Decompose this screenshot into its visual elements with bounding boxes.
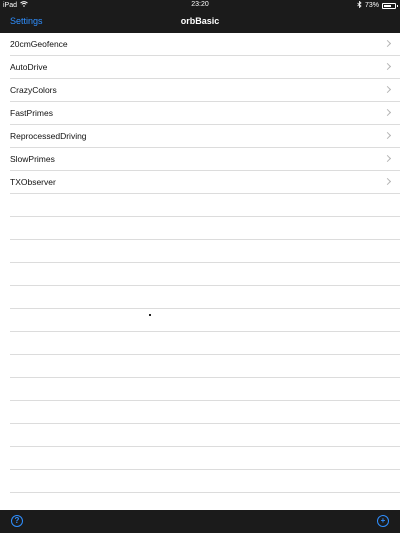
program-name: CrazyColors — [10, 85, 57, 95]
empty-row — [10, 401, 400, 424]
page-title: orbBasic — [180, 16, 220, 26]
chevron-right-icon — [383, 62, 392, 71]
bottom-toolbar: ? + — [0, 510, 400, 533]
chevron-right-icon — [383, 85, 392, 94]
program-row[interactable]: CrazyColors — [10, 79, 400, 102]
chevron-right-icon — [383, 108, 392, 117]
stray-dot — [149, 314, 151, 316]
program-name: SlowPrimes — [10, 154, 55, 164]
program-row[interactable]: TXObserver — [10, 171, 400, 194]
program-name: ReprocessedDriving — [10, 131, 87, 141]
empty-row — [10, 355, 400, 378]
status-bar: iPad 23:20 73% — [0, 0, 400, 12]
status-time: 23:20 — [191, 1, 209, 8]
program-list: 20cmGeofence AutoDrive CrazyColors FastPrim… — [0, 33, 400, 493]
navigation-bar: Settings orbBasic — [0, 12, 400, 33]
program-row[interactable]: ReprocessedDriving — [10, 125, 400, 148]
program-row[interactable]: SlowPrimes — [10, 148, 400, 171]
program-name: FastPrimes — [10, 108, 53, 118]
battery-percent: 73% — [364, 2, 379, 9]
empty-row — [10, 286, 400, 309]
empty-row — [10, 240, 400, 263]
chevron-right-icon — [383, 39, 392, 48]
empty-row — [10, 470, 400, 493]
status-right: 73% — [357, 0, 398, 10]
empty-row — [10, 447, 400, 470]
empty-row — [10, 263, 400, 286]
program-name: 20cmGeofence — [10, 39, 68, 49]
chevron-right-icon — [383, 131, 392, 140]
empty-row — [10, 332, 400, 355]
empty-row — [10, 424, 400, 447]
program-row[interactable]: AutoDrive — [10, 56, 400, 79]
empty-row — [10, 194, 400, 217]
help-button[interactable]: ? — [11, 515, 23, 527]
program-name: TXObserver — [10, 177, 56, 187]
program-name: AutoDrive — [10, 62, 48, 72]
chevron-right-icon — [383, 154, 392, 163]
bluetooth-icon — [357, 0, 362, 10]
program-row[interactable]: 20cmGeofence — [10, 33, 400, 56]
empty-row — [10, 309, 400, 332]
battery-level — [384, 4, 392, 7]
empty-row — [10, 217, 400, 240]
empty-row — [10, 378, 400, 401]
orbbasic-screen: iPad 23:20 73% Settings orbBasic 20cmGeo… — [0, 0, 400, 533]
add-program-button[interactable]: + — [377, 515, 389, 527]
chevron-right-icon — [383, 177, 392, 186]
program-row[interactable]: FastPrimes — [10, 102, 400, 125]
battery-icon — [382, 2, 398, 9]
